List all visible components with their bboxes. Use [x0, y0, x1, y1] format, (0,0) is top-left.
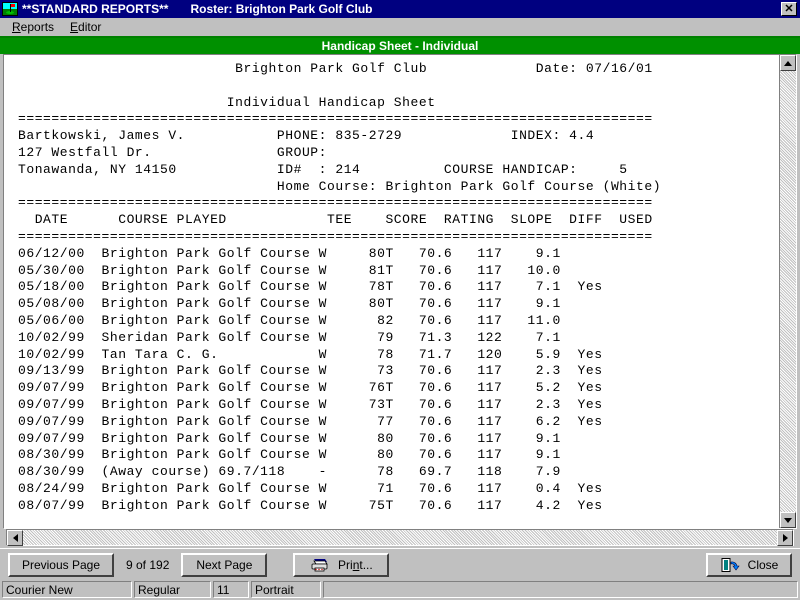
page-counter-label: 9 of 192 [114, 558, 181, 572]
close-button[interactable]: Close [706, 553, 792, 577]
menu-item-reports[interactable]: Reports [4, 19, 62, 35]
chevron-down-icon [784, 518, 792, 523]
previous-page-button[interactable]: Previous Page [8, 553, 114, 577]
close-button-label: Close [748, 558, 779, 572]
status-extra[interactable] [323, 581, 798, 598]
report-preview-area: Brighton Park Golf Club Date: 07/16/01 I… [0, 54, 800, 548]
menu-label-editor: ditor [78, 20, 101, 34]
chevron-right-icon [783, 534, 788, 542]
window-close-button[interactable]: ✕ [781, 2, 797, 16]
scroll-left-button[interactable] [7, 530, 23, 546]
status-font-name[interactable]: Courier New [2, 581, 132, 598]
menu-label-reports: eports [21, 20, 54, 34]
print-button-label: Print... [338, 558, 373, 572]
horizontal-scrollbar[interactable] [6, 529, 794, 546]
next-page-button[interactable]: Next Page [181, 553, 267, 577]
bottom-toolbar: Previous Page 9 of 192 Next Page Print..… [0, 548, 800, 580]
report-page-text: Brighton Park Golf Club Date: 07/16/01 I… [4, 55, 779, 515]
app-title: **STANDARD REPORTS** [22, 2, 168, 16]
vertical-scroll-track[interactable] [780, 71, 796, 512]
scroll-down-button[interactable] [780, 512, 796, 528]
report-page-canvas: Brighton Park Golf Club Date: 07/16/01 I… [4, 55, 780, 528]
report-preview-frame: Brighton Park Golf Club Date: 07/16/01 I… [3, 54, 797, 529]
status-orientation[interactable]: Portrait [251, 581, 321, 598]
scroll-right-button[interactable] [777, 530, 793, 546]
status-font-style[interactable]: Regular [134, 581, 211, 598]
chevron-up-icon [784, 61, 792, 66]
print-button[interactable]: Print... [293, 553, 389, 577]
menu-accel-reports: R [12, 20, 21, 34]
menu-item-editor[interactable]: Editor [62, 19, 109, 35]
menu-bar: Reports Editor [0, 18, 800, 38]
roster-title: Roster: Brighton Park Golf Club [190, 2, 372, 16]
vertical-scrollbar[interactable] [780, 55, 796, 528]
status-font-size[interactable]: 11 [213, 581, 249, 598]
golf-course-icon [2, 2, 18, 16]
report-title-band: Handicap Sheet - Individual [0, 38, 800, 54]
title-bar: **STANDARD REPORTS** Roster: Brighton Pa… [0, 0, 800, 18]
exit-door-icon [720, 557, 740, 573]
application-window: **STANDARD REPORTS** Roster: Brighton Pa… [0, 0, 800, 600]
horizontal-scroll-track[interactable] [23, 530, 777, 545]
status-bar: Courier New Regular 11 Portrait [0, 580, 800, 600]
scroll-up-button[interactable] [780, 55, 796, 71]
printer-icon [310, 557, 330, 573]
menu-accel-editor: E [70, 20, 78, 34]
chevron-left-icon [13, 534, 18, 542]
